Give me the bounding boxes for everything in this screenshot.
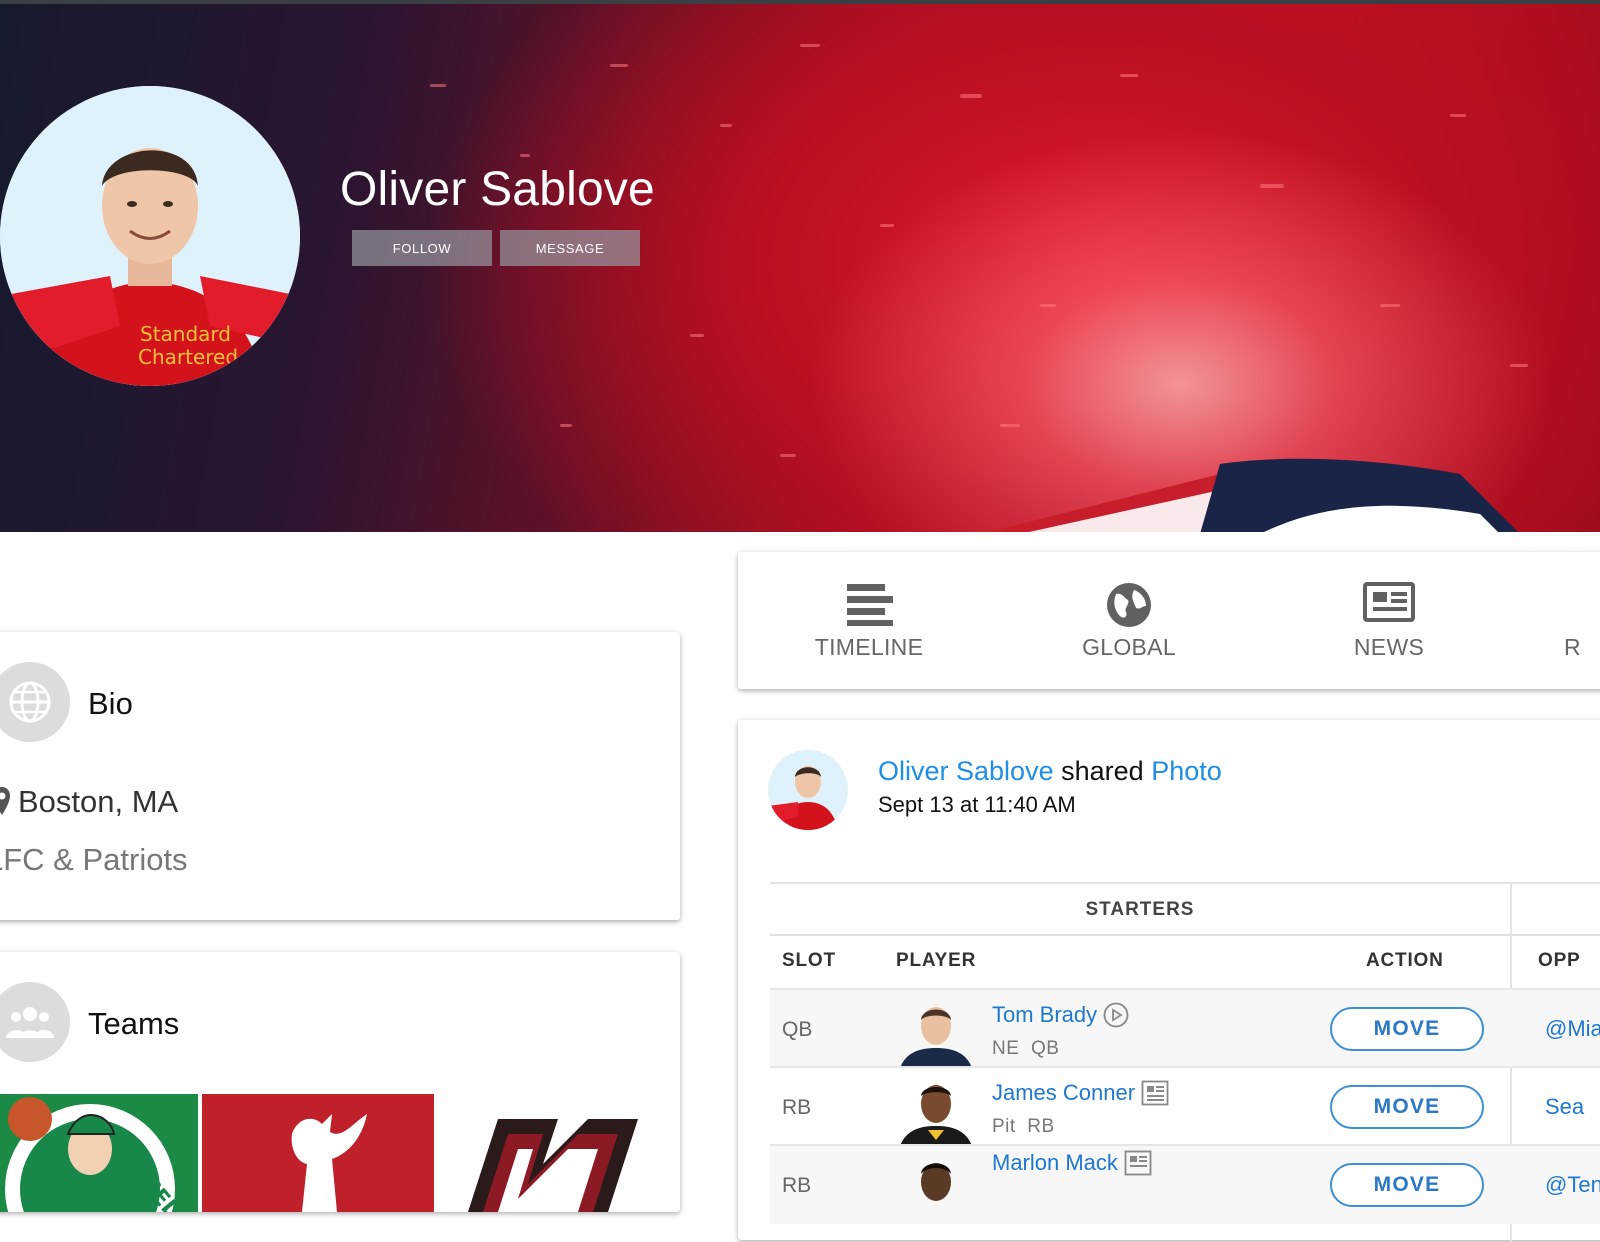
profile-avatar[interactable]: Standard Chartered	[0, 86, 300, 386]
player-name[interactable]: James Conner	[992, 1080, 1169, 1106]
post-action: shared	[1061, 756, 1144, 786]
tab-news-label: NEWS	[1353, 634, 1425, 660]
teams-title: Teams	[88, 1006, 180, 1041]
player-name-text[interactable]: Marlon Mack	[992, 1150, 1118, 1176]
tab-partial-label: R	[1564, 634, 1581, 660]
player-team: Pit	[992, 1116, 1016, 1137]
post-header: Oliver Sablove shared Photo	[878, 756, 1222, 787]
cover-banner: Standard Chartered Oliver Sablove FOLLOW…	[0, 4, 1600, 532]
timeline-icon	[847, 584, 893, 626]
bio-title: Bio	[88, 686, 133, 721]
team-logo[interactable]	[448, 1094, 648, 1212]
post-author-avatar[interactable]	[768, 750, 848, 830]
svg-text:Standard: Standard	[140, 322, 231, 346]
player-name-text[interactable]: James Conner	[992, 1080, 1135, 1106]
news-icon[interactable]	[1141, 1080, 1169, 1106]
celtics-logo[interactable]: CEL	[0, 1094, 198, 1212]
player-position: QB	[1030, 1038, 1060, 1059]
follow-button[interactable]: FOLLOW	[352, 230, 492, 266]
feed-tabs: TIMELINE GLOBAL NEWS R	[738, 552, 1600, 689]
play-icon[interactable]	[1103, 1002, 1129, 1028]
table-row: RB Marlon Mack MOVE @Ten	[770, 1144, 1600, 1224]
opponent-link[interactable]: @Mia	[1545, 1016, 1600, 1042]
liverpool-logo[interactable]	[202, 1094, 434, 1212]
globe-icon	[1107, 583, 1151, 627]
opponent-link[interactable]: Sea	[1545, 1094, 1584, 1120]
tab-timeline-label: TIMELINE	[814, 634, 924, 660]
post-card: Oliver Sablove shared Photo Sept 13 at 1…	[738, 720, 1600, 1242]
row-slot: RB	[782, 1174, 812, 1197]
player-team: NE	[992, 1038, 1020, 1059]
bio-description: LFC & Patriots	[0, 842, 188, 877]
table-row: RB James Conner Pit RB MOVE Sea	[770, 1066, 1600, 1146]
group-header-right	[1510, 882, 1600, 936]
bio-globe-icon	[0, 662, 70, 742]
post-object-link[interactable]: Photo	[1151, 756, 1222, 786]
player-photo	[898, 1152, 974, 1224]
location-pin-icon	[0, 787, 10, 815]
player-position: RB	[1027, 1116, 1055, 1137]
col-player: PLAYER	[896, 950, 977, 971]
message-button[interactable]: MESSAGE	[500, 230, 640, 266]
bio-card: Bio Boston, MA LFC & Patriots	[0, 632, 680, 920]
tab-partial[interactable]: R	[1544, 552, 1600, 689]
player-name[interactable]: Tom Brady	[992, 1002, 1129, 1028]
team-logo-swoosh	[988, 458, 1518, 532]
profile-photo: Standard Chartered	[0, 86, 300, 386]
col-slot: SLOT	[782, 950, 836, 971]
player-meta: NE QB	[992, 1038, 1059, 1060]
player-name[interactable]: Marlon Mack	[992, 1150, 1152, 1176]
newspaper-icon	[1363, 582, 1415, 622]
col-opp: OPP	[1538, 950, 1581, 971]
tab-global[interactable]: GLOBAL	[1024, 552, 1234, 689]
roster-table: STARTERS SLOT PLAYER ACTION OPP QB Tom B…	[770, 882, 1600, 1242]
news-icon[interactable]	[1124, 1150, 1152, 1176]
col-action: ACTION	[1366, 950, 1444, 971]
move-button[interactable]: MOVE	[1330, 1085, 1484, 1129]
player-name-text[interactable]: Tom Brady	[992, 1002, 1097, 1028]
move-button[interactable]: MOVE	[1330, 1007, 1484, 1051]
opponent-link[interactable]: @Ten	[1545, 1172, 1600, 1198]
row-slot: QB	[782, 1018, 813, 1041]
row-slot: RB	[782, 1096, 812, 1119]
teams-card: Teams CEL	[0, 952, 680, 1212]
tab-timeline[interactable]: TIMELINE	[764, 552, 974, 689]
table-row: QB Tom Brady NE QB MOVE @Mia	[770, 988, 1600, 1068]
player-meta: Pit RB	[992, 1116, 1055, 1138]
teams-group-icon	[0, 982, 70, 1062]
svg-text:Chartered: Chartered	[138, 345, 238, 369]
post-timestamp: Sept 13 at 11:40 AM	[878, 792, 1076, 817]
tab-news[interactable]: NEWS	[1284, 552, 1494, 689]
bio-location: Boston, MA	[18, 784, 179, 819]
post-author-link[interactable]: Oliver Sablove	[878, 756, 1054, 786]
starters-header: STARTERS	[770, 882, 1510, 936]
profile-name: Oliver Sablove	[340, 163, 655, 216]
player-photo	[898, 1074, 974, 1146]
player-photo	[898, 996, 974, 1068]
move-button[interactable]: MOVE	[1330, 1163, 1484, 1207]
tab-global-label: GLOBAL	[1082, 634, 1176, 660]
